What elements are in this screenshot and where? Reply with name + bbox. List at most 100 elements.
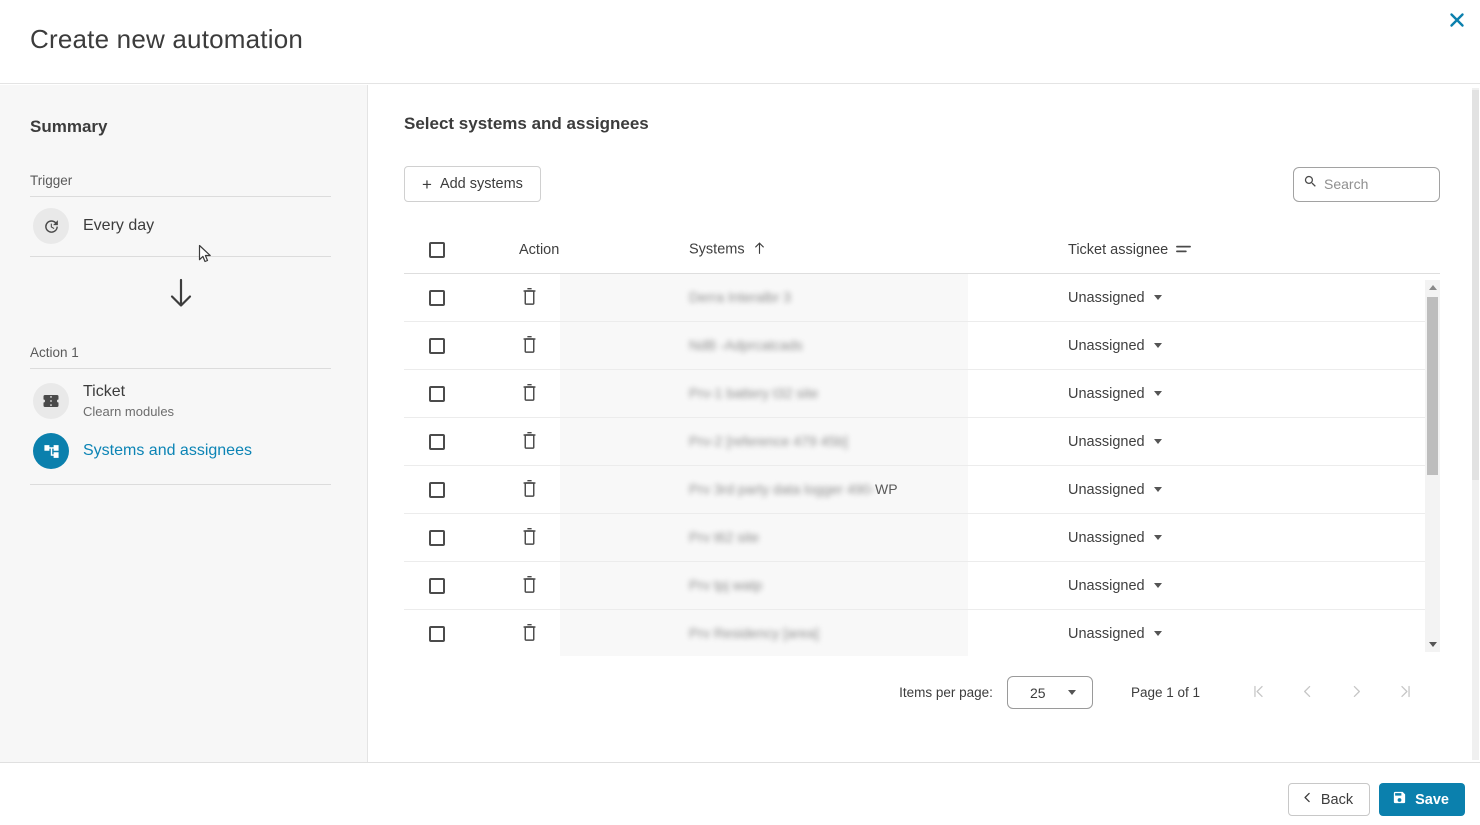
search-icon — [1303, 174, 1318, 194]
close-icon — [1448, 12, 1466, 32]
row-checkbox[interactable] — [429, 625, 445, 642]
panel-title: Select systems and assignees — [404, 114, 649, 133]
column-systems[interactable]: Systems — [689, 240, 766, 259]
table-row: Prv-1 battery t32 site Unassigned — [404, 370, 1440, 418]
table-row: Prv 3rd party data logger 490-WP Unassig… — [404, 466, 1440, 514]
row-checkbox[interactable] — [429, 433, 445, 450]
row-checkbox[interactable] — [429, 385, 445, 402]
assignee-dropdown[interactable]: Unassigned — [1068, 626, 1162, 642]
delete-row-button[interactable] — [521, 479, 538, 501]
chevron-down-icon — [1153, 295, 1162, 300]
scrollbar-thumb[interactable] — [1427, 297, 1438, 475]
assignee-value: Unassigned — [1068, 625, 1145, 642]
search-input[interactable] — [1324, 176, 1431, 192]
delete-row-button[interactable] — [521, 287, 538, 309]
next-page-button[interactable] — [1348, 683, 1365, 703]
dialog-footer: Back Save — [0, 762, 1480, 825]
previous-page-button[interactable] — [1299, 683, 1316, 703]
add-systems-label: Add systems — [439, 176, 523, 192]
system-name-redacted: Prv 3rd party data logger 490- — [689, 480, 875, 497]
table-row: Prv-2 [reference 479 45b] Unassigned — [404, 418, 1440, 466]
delete-row-button[interactable] — [521, 383, 538, 405]
ticket-icon — [33, 383, 69, 419]
row-checkbox[interactable] — [429, 337, 445, 354]
summary-sidebar: Summary Trigger Every day Action 1 Ticke… — [0, 85, 368, 762]
table-row: NdB -Adprcatcads Unassigned — [404, 322, 1440, 370]
filter-icon — [1176, 242, 1192, 258]
column-assignee-label: Ticket assignee — [1068, 241, 1169, 258]
action-systems-label: Systems and assignees — [83, 442, 252, 459]
chevron-down-icon — [1153, 391, 1162, 396]
assignee-value: Unassigned — [1068, 529, 1145, 546]
assignee-dropdown[interactable]: Unassigned — [1068, 386, 1162, 402]
select-all-checkbox[interactable] — [429, 241, 445, 258]
assignee-dropdown[interactable]: Unassigned — [1068, 482, 1162, 498]
delete-row-button[interactable] — [521, 527, 538, 549]
add-systems-button[interactable]: + Add systems — [404, 166, 541, 202]
chevron-down-icon — [1153, 439, 1162, 444]
last-page-button[interactable] — [1397, 683, 1414, 703]
column-systems-label: Systems — [689, 241, 745, 258]
scroll-down-icon[interactable] — [1428, 642, 1437, 647]
close-button[interactable] — [1446, 10, 1468, 32]
page-info: Page 1 of 1 — [1130, 685, 1200, 700]
last-page-icon — [1397, 683, 1414, 703]
create-automation-dialog: Create new automation Summary Trigger Ev… — [0, 0, 1480, 825]
table-scrollbar[interactable] — [1425, 280, 1440, 652]
row-checkbox[interactable] — [429, 481, 445, 498]
row-checkbox[interactable] — [429, 529, 445, 546]
system-name-suffix: WP — [875, 480, 898, 497]
trash-icon — [521, 527, 538, 549]
table-row: Prv t62 site Unassigned — [404, 514, 1440, 562]
chevron-left-icon — [1299, 683, 1316, 703]
trigger-section-label: Trigger — [30, 173, 331, 197]
delete-row-button[interactable] — [521, 431, 538, 453]
assignee-dropdown[interactable]: Unassigned — [1068, 530, 1162, 546]
system-name-redacted: Prv Residency [area] — [689, 624, 819, 641]
items-per-page-label: Items per page: — [899, 685, 993, 700]
column-assignee[interactable]: Ticket assignee — [1068, 241, 1192, 258]
save-button[interactable]: Save — [1379, 783, 1465, 816]
search-box — [1293, 166, 1440, 202]
first-page-button[interactable] — [1250, 683, 1267, 703]
chevron-down-icon — [1153, 535, 1162, 540]
save-icon — [1392, 790, 1407, 809]
assignee-dropdown[interactable]: Unassigned — [1068, 338, 1162, 354]
action-ticket-subtitle: Clearn modules — [83, 403, 175, 419]
page-scrollbar[interactable] — [1472, 88, 1479, 760]
scroll-up-icon[interactable] — [1428, 285, 1437, 290]
action-systems-item[interactable]: Systems and assignees — [30, 424, 331, 485]
table-row: Prv Residency [area] Unassigned — [404, 610, 1440, 656]
action-section-label: Action 1 — [30, 345, 331, 369]
flow-arrow-down-icon — [30, 277, 331, 309]
table-header: Action Systems Ticket assignee — [404, 226, 1440, 274]
trash-icon — [521, 575, 538, 597]
assignee-dropdown[interactable]: Unassigned — [1068, 578, 1162, 594]
save-button-label: Save — [1415, 791, 1449, 808]
first-page-icon — [1250, 683, 1267, 703]
dialog-header: Create new automation — [0, 0, 1480, 84]
action-ticket-item[interactable]: Ticket Clearn modules — [30, 369, 331, 424]
items-per-page-select[interactable]: 25 — [1006, 676, 1093, 709]
delete-row-button[interactable] — [521, 335, 538, 357]
chevron-down-icon — [1067, 690, 1076, 695]
back-button[interactable]: Back — [1287, 783, 1371, 816]
update-icon — [33, 208, 69, 244]
trigger-item[interactable]: Every day — [30, 197, 331, 257]
chevron-down-icon — [1153, 343, 1162, 348]
pagination-bar: Items per page: 25 Page 1 of 1 — [404, 676, 1440, 709]
assignee-dropdown[interactable]: Unassigned — [1068, 290, 1162, 306]
trash-icon — [521, 431, 538, 453]
assignee-value: Unassigned — [1068, 337, 1145, 354]
assignee-value: Unassigned — [1068, 577, 1145, 594]
delete-row-button[interactable] — [521, 623, 538, 645]
page-scrollbar-thumb[interactable] — [1472, 90, 1479, 480]
column-action: Action — [519, 241, 560, 258]
assignee-dropdown[interactable]: Unassigned — [1068, 434, 1162, 450]
row-checkbox[interactable] — [429, 289, 445, 306]
delete-row-button[interactable] — [521, 575, 538, 597]
systems-table: Action Systems Ticket assignee Derra Int… — [404, 226, 1440, 656]
assignee-value: Unassigned — [1068, 481, 1145, 498]
row-checkbox[interactable] — [429, 577, 445, 594]
trash-icon — [521, 383, 538, 405]
